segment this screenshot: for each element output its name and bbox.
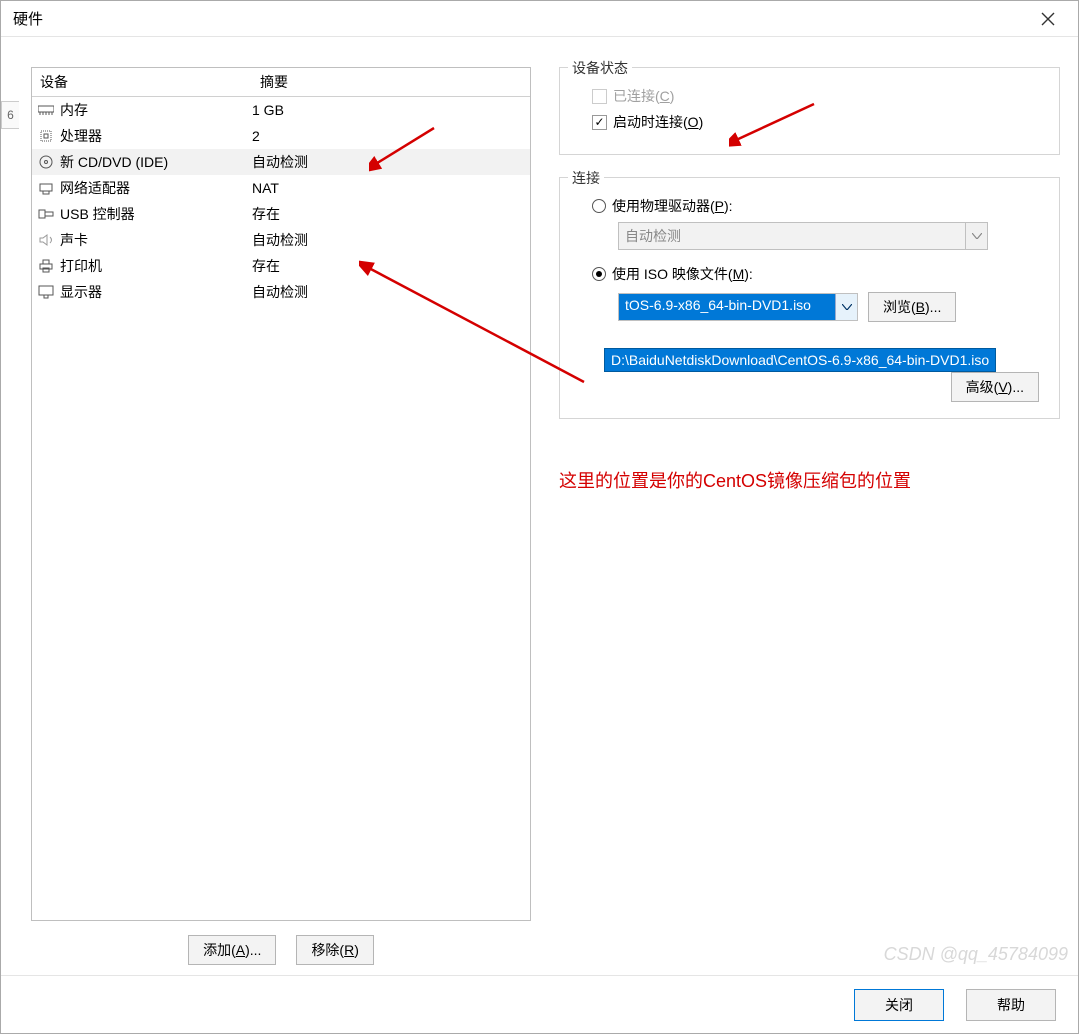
iso-file-row: tOS-6.9-x86_64-bin-DVD1.iso 浏览(B)... [618,292,1045,322]
connected-checkbox [592,89,607,104]
hardware-row[interactable]: 处理器2 [32,123,530,149]
device-name: 新 CD/DVD (IDE) [60,152,252,172]
hardware-row[interactable]: 打印机存在 [32,253,530,279]
right-panel: 设备状态 已连接(C) 启动时连接(O) 连接 使用物理驱动器(P): [559,67,1060,965]
device-name: 处理器 [60,126,252,146]
device-status-group: 设备状态 已连接(C) 启动时连接(O) [559,67,1060,155]
advanced-button[interactable]: 高级(V)... [951,372,1039,402]
device-status-legend: 设备状态 [568,58,632,78]
connect-on-power-checkbox[interactable] [592,115,607,130]
connect-on-power-label: 启动时连接(O) [613,112,703,132]
hardware-row[interactable]: 显示器自动检测 [32,279,530,305]
hardware-row[interactable]: 内存1 GB [32,97,530,123]
device-summary: 自动检测 [252,230,526,250]
disc-icon [36,154,56,170]
hardware-list: 设备 摘要 内存1 GB处理器2新 CD/DVD (IDE)自动检测网络适配器N… [31,67,531,921]
hardware-dialog: 6 硬件 设备 摘要 内存1 GB处理器2新 CD/DVD (IDE)自动检测网… [0,0,1079,1034]
connected-label: 已连接(C) [613,86,674,106]
dialog-title: 硬件 [13,8,43,29]
hardware-buttons: 添加(A)... 移除(R) [31,935,531,965]
hardware-row[interactable]: USB 控制器存在 [32,201,530,227]
iso-file-radio[interactable] [592,267,606,281]
close-dialog-button[interactable]: 关闭 [854,989,944,1021]
cpu-icon [36,128,56,144]
device-name: 打印机 [60,256,252,276]
hardware-row[interactable]: 声卡自动检测 [32,227,530,253]
device-summary: 2 [252,128,526,144]
column-device: 设备 [32,68,252,96]
remove-button[interactable]: 移除(R) [296,935,373,965]
chevron-down-icon [965,223,987,249]
close-icon [1041,12,1055,26]
chevron-down-icon[interactable] [835,294,857,320]
iso-file-label: 使用 ISO 映像文件(M): [612,264,753,284]
device-name: 显示器 [60,282,252,302]
physical-drive-radio[interactable] [592,199,606,213]
background-tab: 6 [1,101,19,129]
titlebar: 硬件 [1,1,1078,37]
connection-legend: 连接 [568,168,604,188]
device-name: 内存 [60,100,252,120]
help-button[interactable]: 帮助 [966,989,1056,1021]
dialog-footer: 关闭 帮助 [1,975,1078,1033]
physical-drive-label: 使用物理驱动器(P): [612,196,733,216]
device-summary: 1 GB [252,102,526,118]
display-icon [36,285,56,299]
close-button[interactable] [1028,4,1068,34]
add-button[interactable]: 添加(A)... [188,935,276,965]
memory-icon [36,104,56,116]
hardware-row[interactable]: 网络适配器NAT [32,175,530,201]
browse-button[interactable]: 浏览(B)... [868,292,956,322]
advanced-row: 高级(V)... [574,372,1045,402]
hardware-list-header: 设备 摘要 [32,68,530,97]
device-summary: 存在 [252,204,526,224]
iso-file-value: tOS-6.9-x86_64-bin-DVD1.iso [619,294,835,320]
physical-drive-value: 自动检测 [619,223,965,249]
sound-icon [36,233,56,247]
connect-on-power-row[interactable]: 启动时连接(O) [592,112,1045,132]
device-name: 声卡 [60,230,252,250]
device-summary: 存在 [252,256,526,276]
left-panel: 设备 摘要 内存1 GB处理器2新 CD/DVD (IDE)自动检测网络适配器N… [31,67,531,965]
physical-drive-select: 自动检测 [618,222,988,250]
hardware-row[interactable]: 新 CD/DVD (IDE)自动检测 [32,149,530,175]
iso-dropdown-item[interactable]: D:\BaiduNetdiskDownload\CentOS-6.9-x86_6… [604,348,996,372]
printer-icon [36,259,56,273]
physical-drive-radio-row[interactable]: 使用物理驱动器(P): [592,196,1045,216]
usb-icon [36,207,56,221]
device-summary: 自动检测 [252,282,526,302]
device-name: 网络适配器 [60,178,252,198]
device-summary: NAT [252,180,526,196]
iso-file-radio-row[interactable]: 使用 ISO 映像文件(M): [592,264,1045,284]
connection-group: 连接 使用物理驱动器(P): 自动检测 使用 ISO 映像文件(M): [559,177,1060,419]
annotation-text: 这里的位置是你的CentOS镜像压缩包的位置 [559,467,911,493]
device-name: USB 控制器 [60,204,252,224]
network-icon [36,181,56,195]
column-summary: 摘要 [252,68,530,96]
device-summary: 自动检测 [252,152,526,172]
dialog-content: 设备 摘要 内存1 GB处理器2新 CD/DVD (IDE)自动检测网络适配器N… [1,37,1078,975]
iso-file-select[interactable]: tOS-6.9-x86_64-bin-DVD1.iso [618,293,858,321]
connected-checkbox-row: 已连接(C) [592,86,1045,106]
